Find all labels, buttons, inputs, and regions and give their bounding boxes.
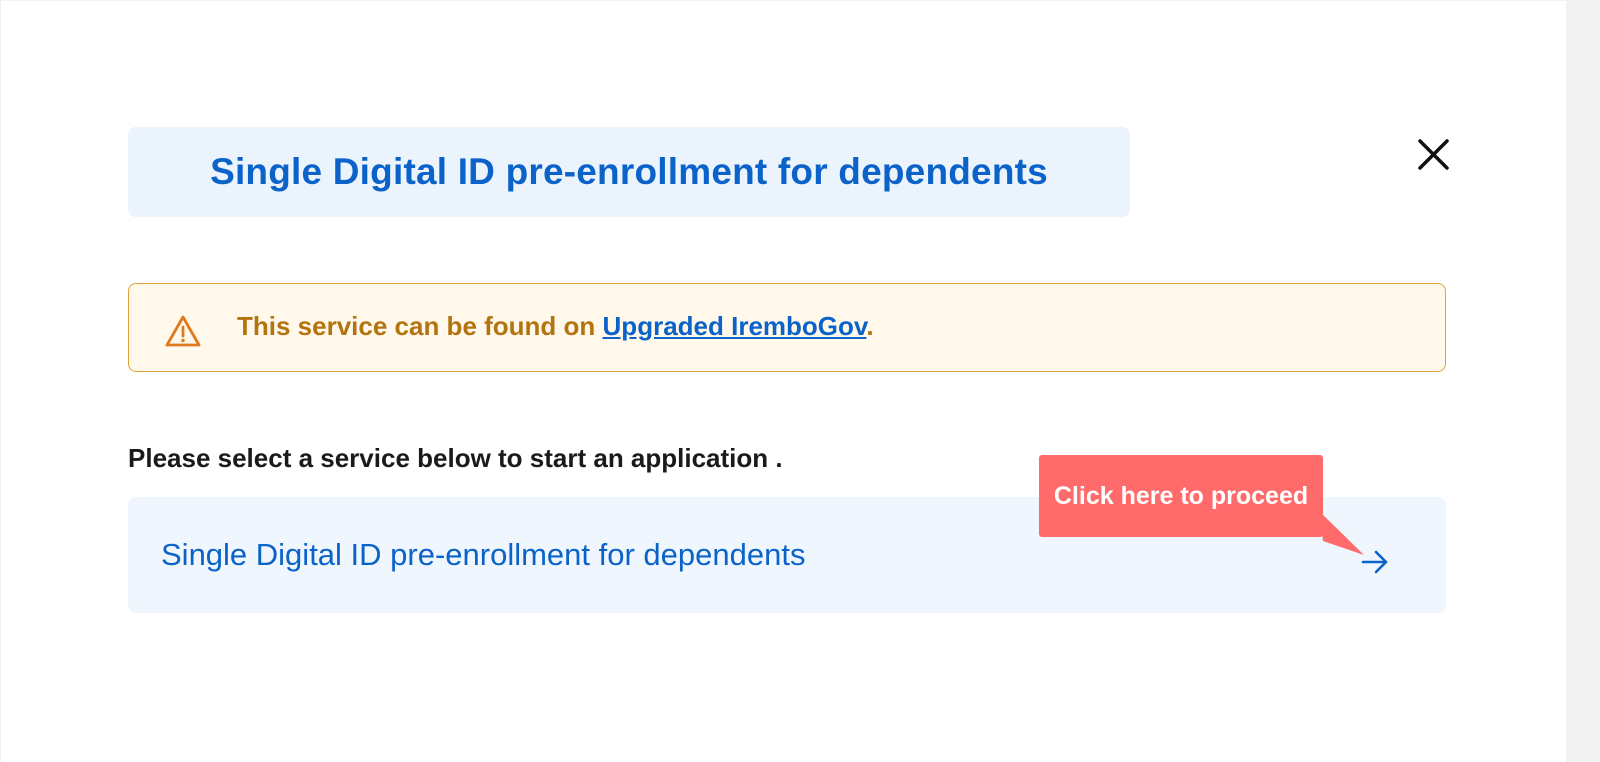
alert-message: This service can be found on Upgraded Ir… [237, 311, 874, 342]
modal-header: Single Digital ID pre-enrollment for dep… [128, 127, 1130, 217]
upgraded-irembogov-link[interactable]: Upgraded IremboGov [603, 311, 867, 341]
warning-icon [165, 315, 201, 347]
service-moved-alert: This service can be found on Upgraded Ir… [128, 283, 1446, 372]
alert-text-prefix: This service can be found on [237, 311, 603, 341]
service-select-prompt: Please select a service below to start a… [128, 443, 783, 473]
service-option-label: Single Digital ID pre-enrollment for dep… [161, 537, 806, 572]
tooltip-pointer [1319, 511, 1364, 555]
proceed-tooltip: Click here to proceed [1039, 455, 1323, 537]
service-modal: Single Digital ID pre-enrollment for dep… [1, 1, 1566, 762]
close-icon [1418, 139, 1449, 170]
tooltip-text: Click here to proceed [1053, 481, 1309, 510]
modal-title: Single Digital ID pre-enrollment for dep… [210, 151, 1048, 192]
alert-text-suffix: . [866, 311, 874, 341]
close-button[interactable] [1411, 133, 1455, 177]
